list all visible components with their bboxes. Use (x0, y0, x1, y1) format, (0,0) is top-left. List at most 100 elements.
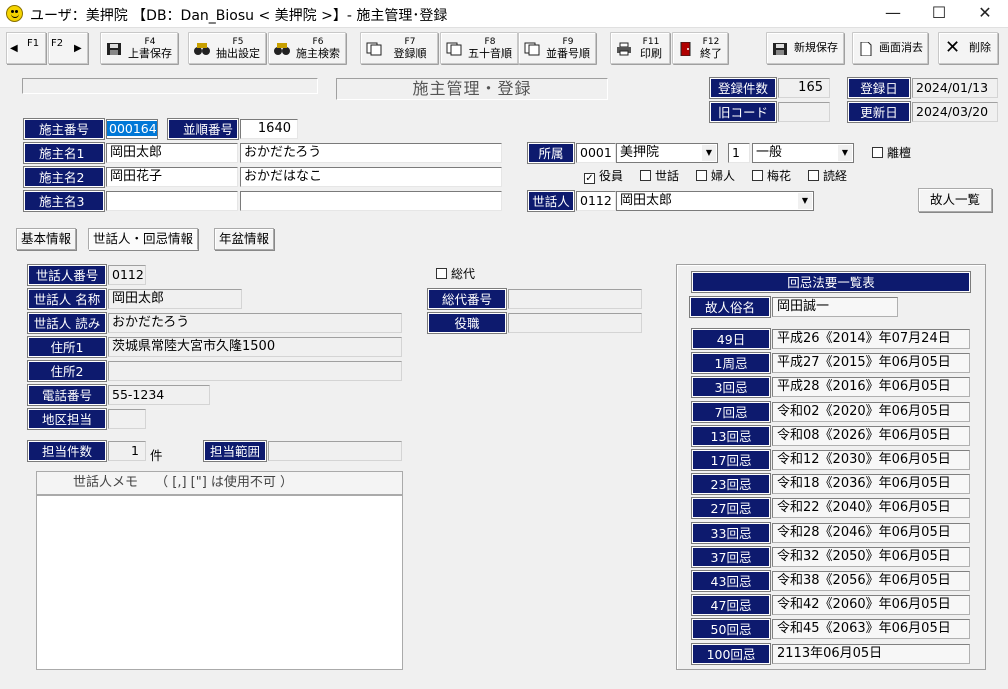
memorial-row-date: 令和45《2063》年06月05日 (772, 619, 970, 640)
leave-temple-checkbox[interactable]: 離檀 (872, 146, 911, 160)
f2-next-button[interactable]: F2 ▶ (48, 32, 88, 64)
care-phone-label: 電話番号 (27, 384, 107, 406)
sort-kana-button[interactable]: F8 五十音順 (440, 32, 518, 64)
memorial-row-date: 令和18《2036》年06月05日 (772, 474, 970, 495)
care-count-value: 1 (108, 441, 146, 461)
deceased-list-button[interactable]: 故人一覧 (918, 188, 992, 212)
care-range-value (268, 441, 402, 461)
close-button[interactable]: ✕ (962, 0, 1008, 28)
arrow-right-icon: ▶ (74, 43, 82, 54)
memorial-row-label: 47回忌 (691, 594, 771, 617)
memorial-row-label: 50回忌 (691, 618, 771, 641)
exit-label: 終了 (700, 47, 722, 60)
owner-kana2-input[interactable]: おかだはなこ (240, 167, 502, 187)
caretaker-label: 世話人 (527, 190, 575, 212)
care-kana-value: おかだたろう (108, 313, 402, 333)
owner-name2-input[interactable]: 岡田花子 (106, 167, 238, 187)
exit-button[interactable]: F12 終了 (672, 32, 728, 64)
clear-screen-button[interactable]: 画面消去 (852, 32, 928, 64)
tab-annual-bon[interactable]: 年盆情報 (214, 228, 275, 250)
memorial-row-date: 令和22《2040》年06月05日 (772, 498, 970, 519)
role-baika-checkbox[interactable]: 梅花 (752, 169, 791, 183)
owner-no-label: 施主番号 (23, 118, 105, 140)
sort-order-number-label: 並番号順 (546, 47, 590, 60)
role-care-checkbox[interactable]: 世話 (640, 169, 679, 183)
memorial-row-date: 平成28《2016》年06月05日 (772, 377, 970, 398)
owner-kana1-input[interactable]: おかだたろう (240, 143, 502, 163)
owner-no-input[interactable]: 000164 (106, 119, 158, 139)
owner-kana3-input[interactable] (240, 191, 502, 211)
class-select[interactable]: 一般 ▼ (752, 143, 854, 163)
role-women-checkbox[interactable]: 婦人 (696, 169, 735, 183)
sodai-checkbox[interactable]: 総代 (436, 267, 475, 281)
class-code-input[interactable]: 1 (728, 143, 750, 163)
affiliation-selected: 美押院 (620, 145, 660, 160)
memorial-row-date: 令和28《2046》年06月05日 (772, 522, 970, 543)
memorial-row-label: 1周忌 (691, 352, 771, 375)
minimize-button[interactable]: — (870, 0, 916, 28)
leave-temple-text: 離檀 (887, 146, 912, 160)
tab-caretaker-memorial[interactable]: 世話人・回忌情報 (88, 228, 199, 250)
floppy-disk-icon (107, 43, 121, 55)
order-no-input[interactable]: 1640 (240, 119, 298, 139)
role-sutra-checkbox[interactable]: 読経 (808, 169, 847, 183)
memo-header: 世話人メモ （ [,] ["] は使用不可 ） (36, 471, 403, 495)
owner-name3-input[interactable] (106, 191, 238, 211)
extract-settings-button[interactable]: F5 抽出設定 (188, 32, 266, 64)
memorial-row-label: 37回忌 (691, 545, 771, 568)
chevron-down-icon: ▼ (798, 193, 812, 209)
care-area-label: 地区担当 (27, 408, 107, 430)
owner-name1-input[interactable]: 岡田太郎 (106, 143, 238, 163)
memorial-row-label: 43回忌 (691, 570, 771, 592)
order-no-label: 並順番号 (167, 118, 239, 140)
sort-order-number-button[interactable]: F9 並番号順 (518, 32, 596, 64)
print-label: 印刷 (640, 47, 662, 60)
class-selected: 一般 (756, 145, 783, 160)
memorial-row-date: 令和42《2060》年06月05日 (772, 595, 970, 616)
affiliation-select[interactable]: 美押院 ▼ (616, 143, 718, 163)
affiliation-code-input[interactable]: 0001 (576, 143, 616, 163)
role-officer-checkbox[interactable]: ✓ 役員 (584, 169, 623, 184)
memorial-row-date: 令和08《2026》年06月05日 (772, 425, 970, 446)
memorial-row-label: 33回忌 (691, 521, 771, 544)
overwrite-save-button[interactable]: F4 上書保存 (100, 32, 178, 64)
memorial-row-label: 13回忌 (691, 424, 771, 447)
sort-registration-button[interactable]: F7 登録順 (360, 32, 438, 64)
tab-basic-info[interactable]: 基本情報 (16, 228, 77, 250)
caretaker-select[interactable]: 岡田太郎 ▼ (616, 191, 814, 211)
post-value (508, 313, 642, 333)
role-sutra-text: 読経 (823, 169, 848, 183)
owner-search-label: 施主検索 (296, 47, 340, 60)
f2-key-label: F2 (51, 38, 64, 49)
care-area-value (108, 409, 146, 429)
form-title: 施主管理・登録 (336, 78, 608, 100)
memorial-row-date: 平成26《2014》年07月24日 (772, 329, 970, 349)
caretaker-code-input[interactable]: 0112 (576, 191, 616, 211)
owner-no-selected-text: 000164 (107, 121, 157, 136)
deceased-name-label: 故人俗名 (689, 296, 771, 318)
extract-settings-label: 抽出設定 (216, 47, 260, 60)
new-save-button[interactable]: 新規保存 (766, 32, 844, 64)
print-button[interactable]: F11 印刷 (610, 32, 670, 64)
maximize-button[interactable]: ☐ (916, 0, 962, 28)
role-officer-text: 役員 (599, 169, 624, 183)
memorial-row-date: 令和02《2020》年06月05日 (772, 401, 970, 422)
owner-search-button[interactable]: F6 施主検索 (268, 32, 346, 64)
checkbox-checked-icon: ✓ (584, 173, 595, 184)
exit-door-icon (680, 42, 691, 56)
f1-key-label: F1 (27, 38, 40, 49)
smiley-app-icon (6, 5, 23, 22)
window-title: ユーザ：美押院 【DB：Dan_Biosu < 美押院 >】- 施主管理･登録 (30, 8, 448, 24)
memorial-row-label: 27回忌 (691, 497, 771, 520)
memorial-row-date: 平成27《2015》年06月05日 (772, 353, 970, 374)
memo-textarea[interactable] (36, 495, 403, 670)
care-address1-label: 住所1 (27, 336, 107, 358)
memorial-row-label: 7回忌 (691, 400, 771, 423)
role-women-text: 婦人 (711, 169, 736, 183)
reg-count-value: 165 (778, 78, 830, 98)
care-range-label: 担当範囲 (203, 440, 267, 462)
f1-prev-button[interactable]: ◀ F1 (6, 32, 46, 64)
sodai-no-label: 総代番号 (427, 288, 507, 310)
delete-button[interactable]: ✕ 削除 (938, 32, 998, 64)
memorial-row-date: 2113年06月05日 (772, 643, 970, 664)
